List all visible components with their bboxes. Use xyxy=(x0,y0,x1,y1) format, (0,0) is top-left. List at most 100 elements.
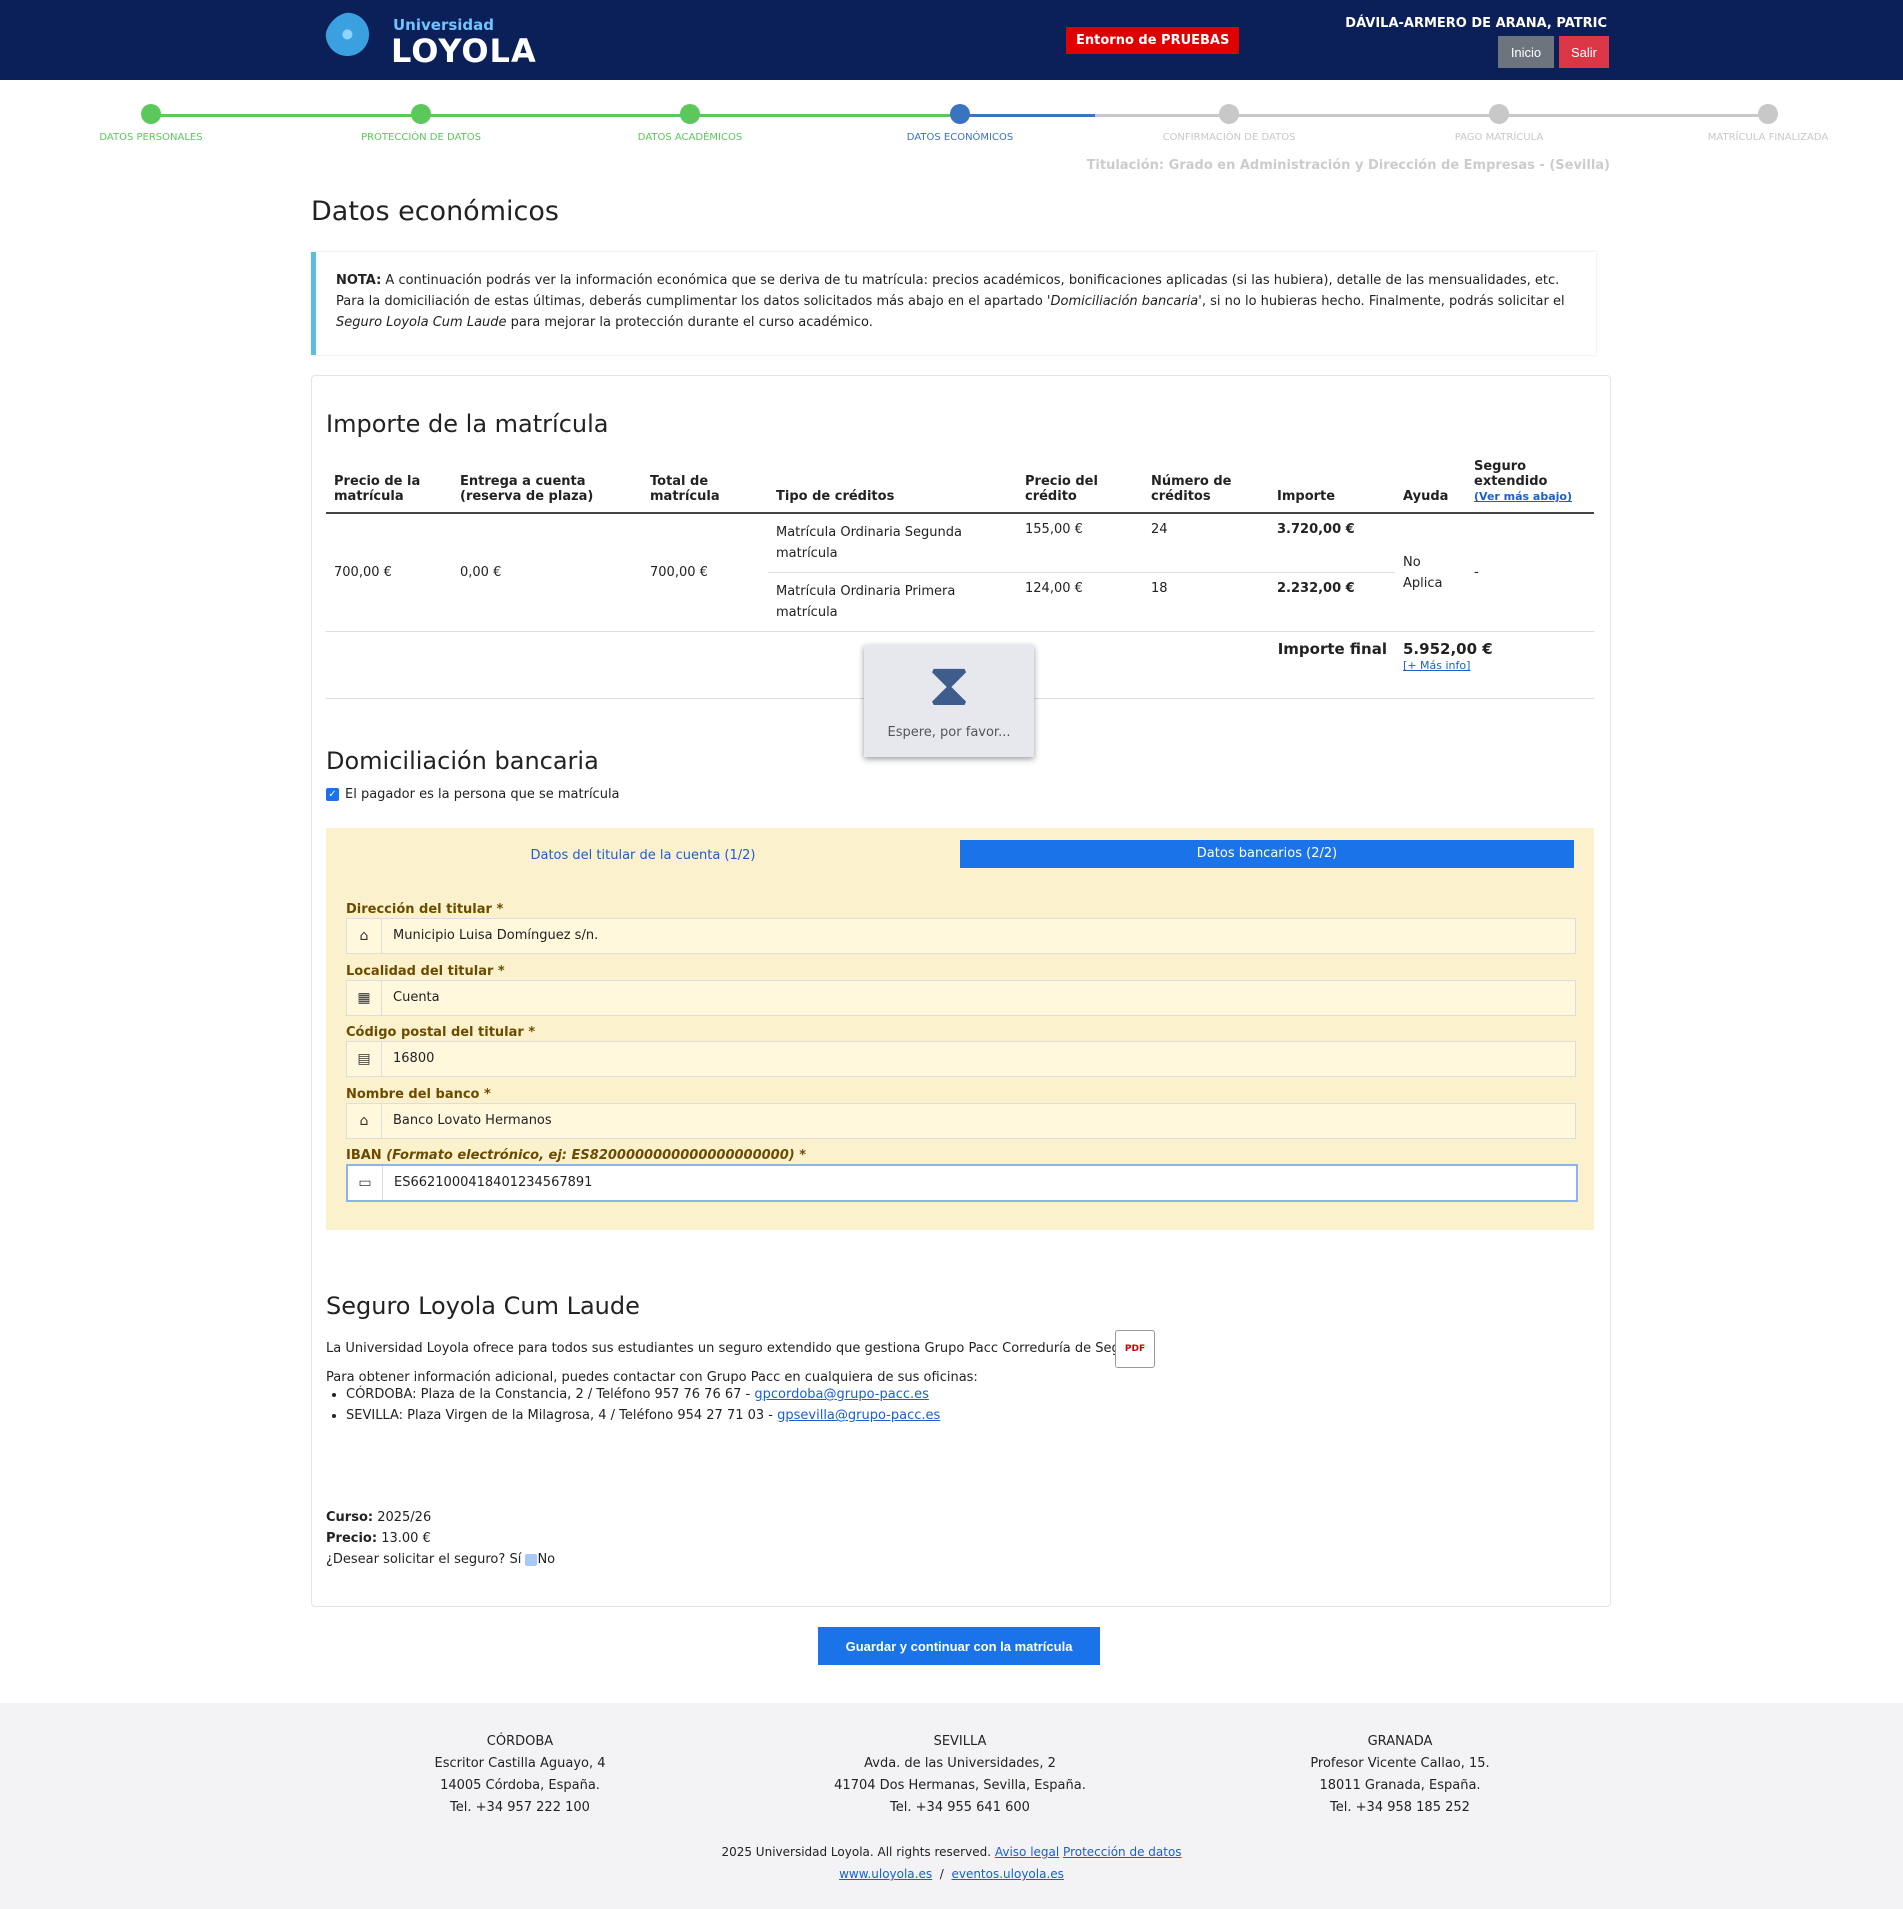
cell-ayuda: No Aplica xyxy=(1403,554,1443,591)
cell-total: 700,00 € xyxy=(650,565,708,580)
seguro-title: Seguro Loyola Cum Laude xyxy=(326,1292,640,1320)
step-dot xyxy=(1489,104,1509,124)
localidad-value: Cuenta xyxy=(393,990,440,1005)
aviso-legal-link[interactable]: Aviso legal xyxy=(995,1845,1059,1859)
building-icon: ▦ xyxy=(347,981,382,1015)
banco-field[interactable]: ⌂ Banco Lovato Hermanos xyxy=(346,1103,1576,1139)
col-seguro-extendido: Seguro extendido (Ver más abajo) xyxy=(1466,455,1594,514)
direccion-field[interactable]: ⌂ Municipio Luisa Domínguez s/n. xyxy=(346,918,1576,954)
tab-datos-titular[interactable]: Datos del titular de la cuenta (1/2) xyxy=(326,848,960,863)
test-environment-badge: Entorno de PRUEBAS xyxy=(1066,27,1240,54)
curso-value: 2025/26 xyxy=(377,1510,432,1525)
seguro-contact: Para obtener información adicional, pued… xyxy=(326,1370,978,1385)
user-name: DÁVILA-ARMERO DE ARANA, PATRIC xyxy=(1345,16,1607,31)
logout-button[interactable]: Salir xyxy=(1559,36,1609,68)
cordoba-email-link[interactable]: gpcordoba@grupo-pacc.es xyxy=(754,1387,929,1402)
cell-num-creditos: 24 xyxy=(1143,513,1269,573)
col-tipo-creditos: Tipo de créditos xyxy=(768,455,1017,514)
step-7: MATRÍCULA FINALIZADA xyxy=(1668,104,1868,143)
office-city: SEVILLA xyxy=(933,1734,987,1749)
proteccion-datos-link[interactable]: Protección de datos xyxy=(1063,1845,1182,1859)
office-address: Avda. de las Universidades, 2 xyxy=(864,1756,1056,1771)
localidad-label: Localidad del titular * xyxy=(346,964,505,979)
step-5: CONFIRMACIÓN DE DATOS xyxy=(1129,104,1329,143)
mas-info-link[interactable]: [+ Más info] xyxy=(1403,659,1470,672)
footer-separator: / xyxy=(939,1867,944,1881)
office-city-line: 41704 Dos Hermanas, Sevilla, España. xyxy=(834,1778,1086,1793)
iban-field[interactable]: ▭ ES6621000418401234567891 xyxy=(346,1164,1578,1202)
list-item: SEVILLA: Plaza Virgen de la Milagrosa, 4… xyxy=(346,1405,940,1426)
note-text-3: para mejorar la protección durante el cu… xyxy=(506,315,873,330)
step-label: MATRÍCULA FINALIZADA xyxy=(1707,132,1829,143)
info-note: NOTA: A continuación podrás ver la infor… xyxy=(311,252,1596,355)
note-text-2: , si no lo hubieras hecho. Finalmente, p… xyxy=(1201,294,1565,309)
office-city: CÓRDOBA xyxy=(486,1734,554,1749)
seguro-header-text: Seguro extendido xyxy=(1474,459,1548,489)
progress-steps: DATOS PERSONALES PROTECCIÓN DE DATOS DATOS… xyxy=(0,100,1903,160)
seguro-no-option[interactable]: No xyxy=(537,1552,555,1567)
footer: CÓRDOBA Escritor Castilla Aguayo, 4 1400… xyxy=(0,1703,1903,1909)
precio-label: Precio: xyxy=(326,1531,378,1546)
importe-final-value: 5.952,00 € xyxy=(1403,640,1493,658)
save-continue-button[interactable]: Guardar y continuar con la matrícula xyxy=(818,1627,1100,1665)
importe-title: Importe de la matrícula xyxy=(326,410,609,438)
step-1: DATOS PERSONALES xyxy=(51,104,251,143)
cell-importe: 2.232,00 € xyxy=(1277,581,1355,596)
cell-seguro: - xyxy=(1474,565,1479,580)
eventos-link[interactable]: eventos.uloyola.es xyxy=(951,1867,1063,1881)
step-dot xyxy=(1219,104,1239,124)
cell-precio-credito: 124,00 € xyxy=(1025,581,1083,596)
pdf-icon[interactable]: PDF xyxy=(1115,1330,1155,1368)
credit-card-icon: ▭ xyxy=(348,1166,383,1200)
seguro-question-row: ¿Desear solicitar el seguro? Sí No xyxy=(326,1552,555,1567)
cordoba-office-text: CÓRDOBA: Plaza de la Constancia, 2 / Tel… xyxy=(346,1387,755,1402)
home-icon: ⌂ xyxy=(347,919,382,953)
page-title: Datos económicos xyxy=(311,196,559,227)
curso-label: Curso: xyxy=(326,1510,374,1525)
office-address: Escritor Castilla Aguayo, 4 xyxy=(434,1756,606,1771)
logo-big-text: LOYOLA xyxy=(391,32,537,70)
banco-label: Nombre del banco * xyxy=(346,1087,491,1102)
step-dot xyxy=(950,104,970,124)
table-row: 700,00 € 0,00 € 700,00 € Matrícula Ordin… xyxy=(326,513,1594,591)
domiciliacion-title: Domiciliación bancaria xyxy=(326,747,599,775)
banco-value: Banco Lovato Hermanos xyxy=(393,1113,552,1128)
col-precio-matricula: Precio de la matrícula xyxy=(326,455,452,514)
loading-overlay: ⧗ Espere, por favor... xyxy=(864,645,1034,757)
seguro-si-option[interactable]: Sí xyxy=(509,1552,521,1567)
pagador-checkbox-label: El pagador es la persona que se matrícul… xyxy=(345,787,620,802)
bank-icon: ⌂ xyxy=(347,1104,382,1138)
home-button[interactable]: Inicio xyxy=(1498,36,1554,68)
step-3: DATOS ACADÉMICOS xyxy=(590,104,790,143)
step-label: CONFIRMACIÓN DE DATOS xyxy=(1162,132,1296,143)
step-dot xyxy=(1758,104,1778,124)
cell-tipo: Matrícula Ordinaria Segunda matrícula xyxy=(768,513,1017,573)
checkbox-checked-icon[interactable]: ✓ xyxy=(326,788,339,801)
pagador-checkbox[interactable]: ✓ El pagador es la persona que se matrícu… xyxy=(326,787,620,802)
cell-num-creditos: 18 xyxy=(1151,581,1168,596)
direccion-label: Dirección del titular * xyxy=(346,902,504,917)
iban-label-text: IBAN xyxy=(346,1148,382,1163)
step-dot xyxy=(141,104,161,124)
loading-text: Espere, por favor... xyxy=(887,725,1011,740)
importe-final-label: Importe final xyxy=(1269,631,1395,699)
tab-datos-bancarios[interactable]: Datos bancarios (2/2) xyxy=(960,840,1574,868)
col-ayuda: Ayuda xyxy=(1395,455,1466,514)
cp-label: Código postal del titular * xyxy=(346,1025,536,1040)
table-header-row: Precio de la matrícula Entrega a cuenta … xyxy=(326,455,1594,514)
office-city-line: 18011 Granada, España. xyxy=(1319,1778,1481,1793)
step-2: PROTECCIÓN DE DATOS xyxy=(321,104,521,143)
seguro-no-checkbox[interactable] xyxy=(525,1553,538,1566)
iban-label: IBAN (Formato electrónico, ej: ES8200000… xyxy=(346,1148,806,1163)
localidad-field[interactable]: ▦ Cuenta xyxy=(346,980,1576,1016)
website-link[interactable]: www.uloyola.es xyxy=(839,1867,932,1881)
col-importe: Importe xyxy=(1269,455,1395,514)
hourglass-icon: ⧗ xyxy=(927,650,971,720)
postal-code-icon: ▤ xyxy=(347,1042,382,1076)
step-6: PAGO MATRÍCULA xyxy=(1399,104,1599,143)
ver-mas-link[interactable]: (Ver más abajo) xyxy=(1474,490,1572,503)
note-em-2: Seguro Loyola Cum Laude xyxy=(336,315,507,330)
sevilla-email-link[interactable]: gpsevilla@grupo-pacc.es xyxy=(777,1408,940,1423)
cp-field[interactable]: ▤ 16800 xyxy=(346,1041,1576,1077)
col-numero-creditos: Número de créditos xyxy=(1143,455,1269,514)
